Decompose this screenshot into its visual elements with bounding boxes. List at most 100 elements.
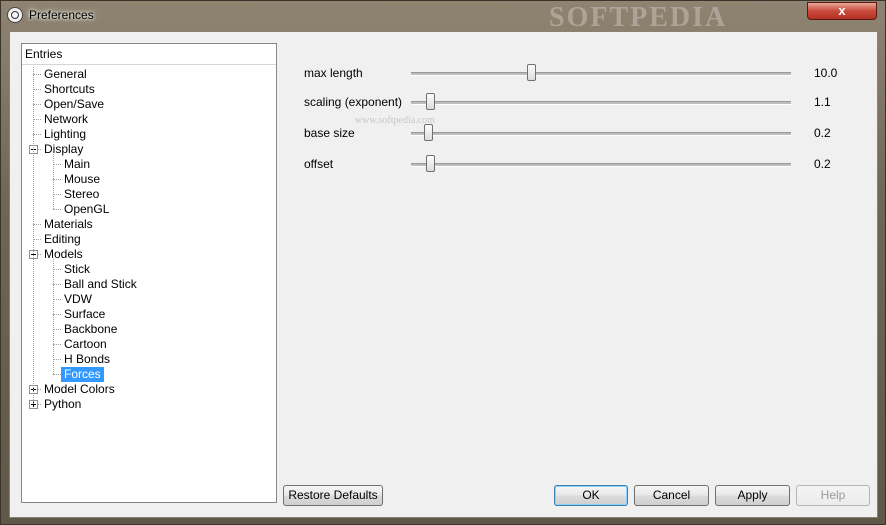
slider-value: 0.2 xyxy=(814,126,831,140)
tree-item-label: Main xyxy=(64,157,91,171)
title-bar[interactable]: Preferences SOFTPEDIA x xyxy=(1,1,885,33)
tree-item-label: Stick xyxy=(64,262,91,276)
tree-connector xyxy=(53,299,61,300)
tree-connector xyxy=(53,329,61,330)
slider-label: base size xyxy=(304,126,355,140)
tree-item[interactable]: Lighting xyxy=(22,127,276,142)
slider-label: max length xyxy=(304,66,363,80)
tree-connector xyxy=(33,104,41,105)
tree-connector xyxy=(53,359,61,360)
tree-item-label: H Bonds xyxy=(64,352,111,366)
slider-value: 10.0 xyxy=(814,66,838,80)
tree-item-label: Forces xyxy=(61,367,104,382)
tree-connector xyxy=(53,344,61,345)
tree-item-label: Network xyxy=(44,112,89,126)
slider-label: offset xyxy=(304,157,334,171)
app-icon xyxy=(7,7,23,23)
tree-item-label: Materials xyxy=(44,217,93,231)
restore-defaults-button[interactable]: Restore Defaults xyxy=(283,485,383,506)
tree-connector xyxy=(53,284,61,285)
slider-thumb[interactable] xyxy=(526,64,536,81)
tree-item[interactable]: Mouse xyxy=(22,172,276,187)
tree-item-label: Display xyxy=(44,142,84,156)
tree-item-label: Cartoon xyxy=(64,337,107,351)
tree-item[interactable]: H Bonds xyxy=(22,352,276,367)
cancel-button[interactable]: Cancel xyxy=(634,485,709,506)
tree-item[interactable]: Models xyxy=(22,247,276,262)
tree-item[interactable]: Backbone xyxy=(22,322,276,337)
tree-item[interactable]: Network xyxy=(22,112,276,127)
tree-item[interactable]: Materials xyxy=(22,217,276,232)
ok-button[interactable]: OK xyxy=(554,485,628,506)
tree-item-label: Open/Save xyxy=(44,97,105,111)
slider-thumb[interactable] xyxy=(426,93,435,110)
tree-item[interactable]: Ball and Stick xyxy=(22,277,276,292)
tree-item-label: OpenGL xyxy=(64,202,110,216)
softpedia-url-watermark: www.softpedia.com xyxy=(355,115,435,126)
tree-item[interactable]: Model Colors xyxy=(22,382,276,397)
tree-item[interactable]: VDW xyxy=(22,292,276,307)
slider-track[interactable] xyxy=(411,163,791,167)
tree-item[interactable]: General xyxy=(22,67,276,82)
slider-value: 0.2 xyxy=(814,157,831,171)
slider-track[interactable] xyxy=(411,101,791,105)
tree-connector xyxy=(53,269,61,270)
entries-tree[interactable]: Entries General Shortcuts Open/Save Network… xyxy=(21,43,277,503)
slider-row: scaling (exponent) 1.1 xyxy=(304,93,844,113)
close-button[interactable]: x xyxy=(807,2,877,20)
tree-item-label: Python xyxy=(44,397,82,411)
window-title: Preferences xyxy=(29,8,94,22)
tree-item[interactable]: Open/Save xyxy=(22,97,276,112)
tree-connector xyxy=(33,74,41,75)
tree-item[interactable]: Forces xyxy=(22,367,276,382)
tree-connector xyxy=(53,179,61,180)
slider-thumb[interactable] xyxy=(426,155,435,172)
tree-item[interactable]: Stereo xyxy=(22,187,276,202)
tree-item[interactable]: Surface xyxy=(22,307,276,322)
slider-label: scaling (exponent) xyxy=(304,95,403,109)
slider-thumb[interactable] xyxy=(424,124,434,141)
tree-connector xyxy=(33,239,41,240)
slider-value: 1.1 xyxy=(814,95,831,109)
slider-track[interactable] xyxy=(411,72,791,76)
tree-connector xyxy=(53,314,61,315)
dialog-body: Entries General Shortcuts Open/Save Network… xyxy=(9,31,878,518)
tree-item[interactable]: Editing xyxy=(22,232,276,247)
tree-connector xyxy=(33,134,41,135)
slider-track[interactable] xyxy=(411,132,791,136)
tree-connector xyxy=(53,374,61,375)
tree-connector xyxy=(33,67,34,404)
tree-item-label: General xyxy=(44,67,87,81)
tree-connector xyxy=(53,194,61,195)
tree-item-label: Editing xyxy=(44,232,81,246)
tree-item-label: VDW xyxy=(64,292,92,306)
tree-item-label: Model Colors xyxy=(44,382,115,396)
tree-item[interactable]: Shortcuts xyxy=(22,82,276,97)
tree-connector xyxy=(33,89,41,90)
tree-connector xyxy=(53,209,61,210)
tree-header: Entries xyxy=(22,44,276,65)
tree-item-label: Backbone xyxy=(64,322,118,336)
tree-item-label: Ball and Stick xyxy=(64,277,137,291)
tree-item[interactable]: Stick xyxy=(22,262,276,277)
close-icon: x xyxy=(838,3,846,18)
tree-item[interactable]: Cartoon xyxy=(22,337,276,352)
tree-item-label: Shortcuts xyxy=(44,82,95,96)
tree-connector xyxy=(53,259,54,374)
tree-connector xyxy=(53,164,61,165)
tree-item[interactable]: OpenGL xyxy=(22,202,276,217)
tree-item-label: Surface xyxy=(64,307,106,321)
apply-button[interactable]: Apply xyxy=(715,485,790,506)
tree-item[interactable]: Main xyxy=(22,157,276,172)
slider-row: offset 0.2 xyxy=(304,155,844,175)
help-button[interactable]: Help xyxy=(796,485,870,506)
tree-connector xyxy=(33,119,41,120)
tree-item-label: Models xyxy=(44,247,83,261)
tree-item[interactable]: Python xyxy=(22,397,276,412)
tree-item-label: Lighting xyxy=(44,127,87,141)
slider-row: max length 10.0 xyxy=(304,64,844,84)
tree-item-label: Stereo xyxy=(64,187,100,201)
tree-item-label: Mouse xyxy=(64,172,101,186)
slider-row: base size 0.2 xyxy=(304,124,844,144)
tree-item[interactable]: Display xyxy=(22,142,276,157)
